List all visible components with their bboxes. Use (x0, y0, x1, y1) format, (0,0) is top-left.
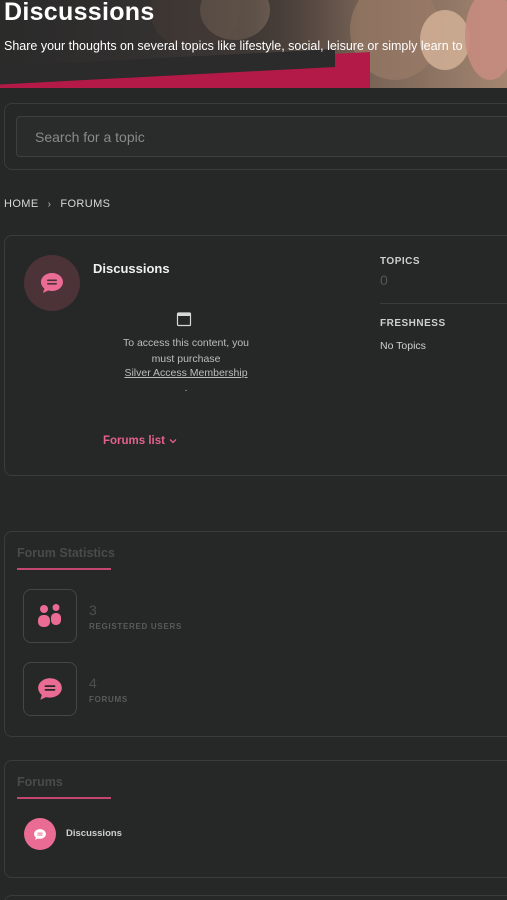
forum-title[interactable]: Discussions (93, 261, 170, 276)
page-title: Discussions (4, 0, 155, 26)
forums-section-title: Forums (17, 775, 63, 789)
freshness-value: No Topics (380, 340, 426, 352)
restricted-message-line: To access this content, you (122, 337, 250, 349)
users-icon (38, 604, 61, 627)
forum-item-label[interactable]: Discussions (66, 828, 122, 839)
forums-list-toggle[interactable]: Forums list (103, 435, 177, 447)
next-card (4, 895, 507, 900)
forum-avatar[interactable] (24, 255, 80, 311)
topics-count: 0 (380, 272, 388, 288)
registered-users-label: REGISTERED USERS (89, 622, 182, 631)
hero-photo (465, 0, 507, 80)
forum-item-icon[interactable] (24, 818, 56, 850)
forums-count-label: FORUMS (89, 695, 128, 704)
calendar-icon (176, 312, 192, 327)
page: Discussions Share your thoughts on sever… (0, 0, 507, 900)
chat-bubble-icon (41, 273, 63, 293)
forum-statistics-card (4, 531, 507, 737)
breadcrumb: HOME › FORUMS (4, 198, 110, 210)
membership-link[interactable]: Silver Access Membership (96, 367, 276, 379)
page-subtitle: Share your thoughts on several topics li… (4, 39, 463, 53)
forums-count: 4 (89, 675, 97, 691)
chevron-down-icon (169, 439, 177, 444)
chat-bubble-icon (34, 828, 46, 840)
freshness-label: FRESHNESS (380, 318, 446, 329)
breadcrumb-separator: › (47, 198, 52, 210)
restricted-message-line: must purchase (151, 353, 221, 365)
restricted-message-dot: . (184, 383, 188, 394)
stat-users-box (23, 589, 77, 643)
forum-statistics-title: Forum Statistics (17, 546, 115, 560)
restricted-message: To access this content, you must purchas… (96, 335, 276, 367)
hero-banner: Discussions Share your thoughts on sever… (0, 0, 507, 88)
section-underline (17, 797, 111, 799)
stat-forums-box (23, 662, 77, 716)
breadcrumb-current: FORUMS (60, 198, 111, 210)
breadcrumb-home[interactable]: HOME (4, 198, 39, 210)
divider (380, 303, 507, 304)
registered-users-count: 3 (89, 602, 97, 618)
chat-bubble-icon (38, 678, 62, 700)
search-input[interactable] (16, 116, 507, 157)
forums-list-label: Forums list (103, 435, 165, 447)
topics-label: TOPICS (380, 256, 421, 267)
section-underline (17, 568, 111, 570)
forums-card (4, 760, 507, 878)
